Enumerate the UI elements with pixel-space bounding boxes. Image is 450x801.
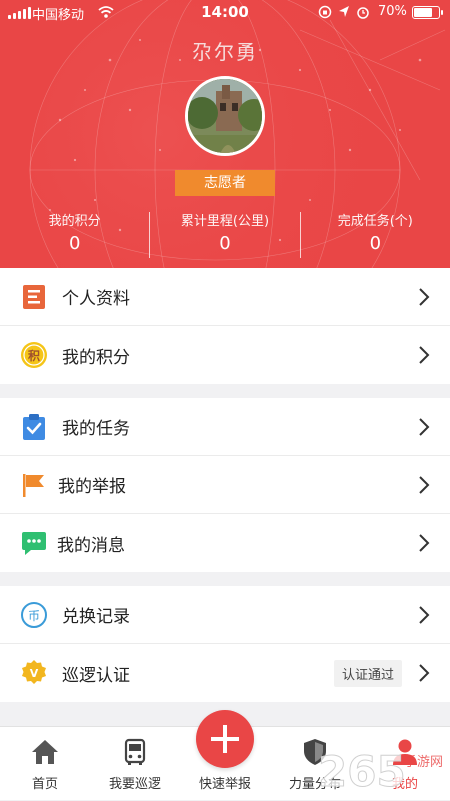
- quick-report-button[interactable]: [196, 710, 254, 768]
- stat-label: 完成任务(个): [337, 214, 413, 229]
- points-coin-glyph: 积: [28, 348, 40, 363]
- stat-value: 0: [369, 233, 382, 254]
- chevron-right-icon: [419, 606, 430, 624]
- chevron-right-icon: [419, 476, 430, 494]
- location-arrow-icon: [339, 6, 349, 17]
- stat-label: 我的积分: [48, 214, 101, 229]
- battery-icon: [412, 6, 443, 19]
- menu-group-account: 个人资料 积 我的积分: [0, 268, 450, 384]
- tab-patrol[interactable]: 我要巡逻: [90, 727, 180, 801]
- stat-tasks[interactable]: 完成任务(个) 0: [301, 210, 450, 260]
- chevron-right-icon: [419, 346, 430, 364]
- stat-points[interactable]: 我的积分 0: [0, 210, 149, 260]
- menu-item-label: 巡逻认证: [62, 665, 130, 686]
- menu-group-activity: 我的任务 我的举报 我的消息: [0, 398, 450, 572]
- message-bubble-icon: [22, 532, 46, 555]
- exchange-coin-glyph: 币: [28, 609, 40, 623]
- tab-home[interactable]: 首页: [0, 727, 90, 801]
- menu-item-label: 我的积分: [62, 347, 130, 368]
- menu-item-tasks[interactable]: 我的任务: [0, 398, 450, 456]
- verify-badge-icon: V: [22, 660, 46, 684]
- verification-status-badge: 认证通过: [333, 660, 402, 687]
- profile-header: 中国移动 14:00 70% 尕尔勇 志愿者 我的积分 0 累计里程(公里) 0…: [0, 0, 450, 268]
- user-name: 尕尔勇: [192, 40, 258, 64]
- menu-item-label: 兑换记录: [62, 607, 130, 627]
- chevron-right-icon: [419, 288, 430, 306]
- role-badge: 志愿者: [175, 170, 275, 196]
- menu-item-exchange-records[interactable]: 币 兑换记录: [0, 586, 450, 644]
- menu-item-points[interactable]: 积 我的积分: [0, 326, 450, 384]
- menu-item-profile[interactable]: 个人资料: [0, 268, 450, 326]
- battery-percent: 70%: [378, 4, 407, 19]
- avatar[interactable]: [185, 76, 265, 156]
- chevron-right-icon: [419, 418, 430, 436]
- stat-mileage[interactable]: 累计里程(公里) 0: [150, 210, 299, 260]
- menu-item-label: 我的举报: [58, 477, 126, 497]
- report-flag-icon: [23, 474, 44, 497]
- stat-label: 累计里程(公里): [180, 214, 270, 229]
- home-icon: [32, 740, 58, 764]
- watermark-text: 手游网: [404, 755, 443, 770]
- tab-label: 首页: [31, 777, 58, 792]
- stat-value: 0: [219, 233, 231, 254]
- plus-icon: [211, 725, 239, 753]
- task-clipboard-icon: [23, 414, 45, 440]
- watermark-graphic: 265 手游网: [318, 747, 444, 797]
- bus-icon: [124, 738, 146, 765]
- exchange-coin-icon: 币: [21, 602, 47, 628]
- tab-label: 我要巡逻: [108, 777, 161, 792]
- menu-item-label: 我的任务: [62, 419, 130, 439]
- chevron-right-icon: [419, 664, 430, 682]
- alarm-clock-icon: [357, 7, 369, 19]
- orientation-lock-icon: [318, 5, 332, 19]
- chevron-right-icon: [419, 534, 430, 552]
- menu-group-records: 币 兑换记录 V 巡逻认证 认证通过: [0, 586, 450, 702]
- menu-item-label: 我的消息: [57, 535, 125, 556]
- verify-badge-glyph: V: [30, 667, 39, 680]
- menu-item-patrol-verification[interactable]: V 巡逻认证 认证通过: [0, 644, 450, 702]
- watermark-digits: 265: [318, 747, 406, 796]
- stat-value: 0: [68, 233, 81, 254]
- stats-row: 我的积分 0 累计里程(公里) 0 完成任务(个) 0: [0, 210, 450, 260]
- menu-item-messages[interactable]: 我的消息: [0, 514, 450, 572]
- tab-label: 快速举报: [198, 777, 251, 792]
- watermark-logo: 265 手游网: [318, 740, 448, 797]
- status-bar: 中国移动 14:00 70%: [0, 0, 450, 26]
- menu-item-reports[interactable]: 我的举报: [0, 456, 450, 514]
- menu-item-label: 个人资料: [62, 289, 130, 309]
- points-coin-icon: 积: [21, 342, 47, 368]
- profile-doc-icon: [23, 285, 45, 309]
